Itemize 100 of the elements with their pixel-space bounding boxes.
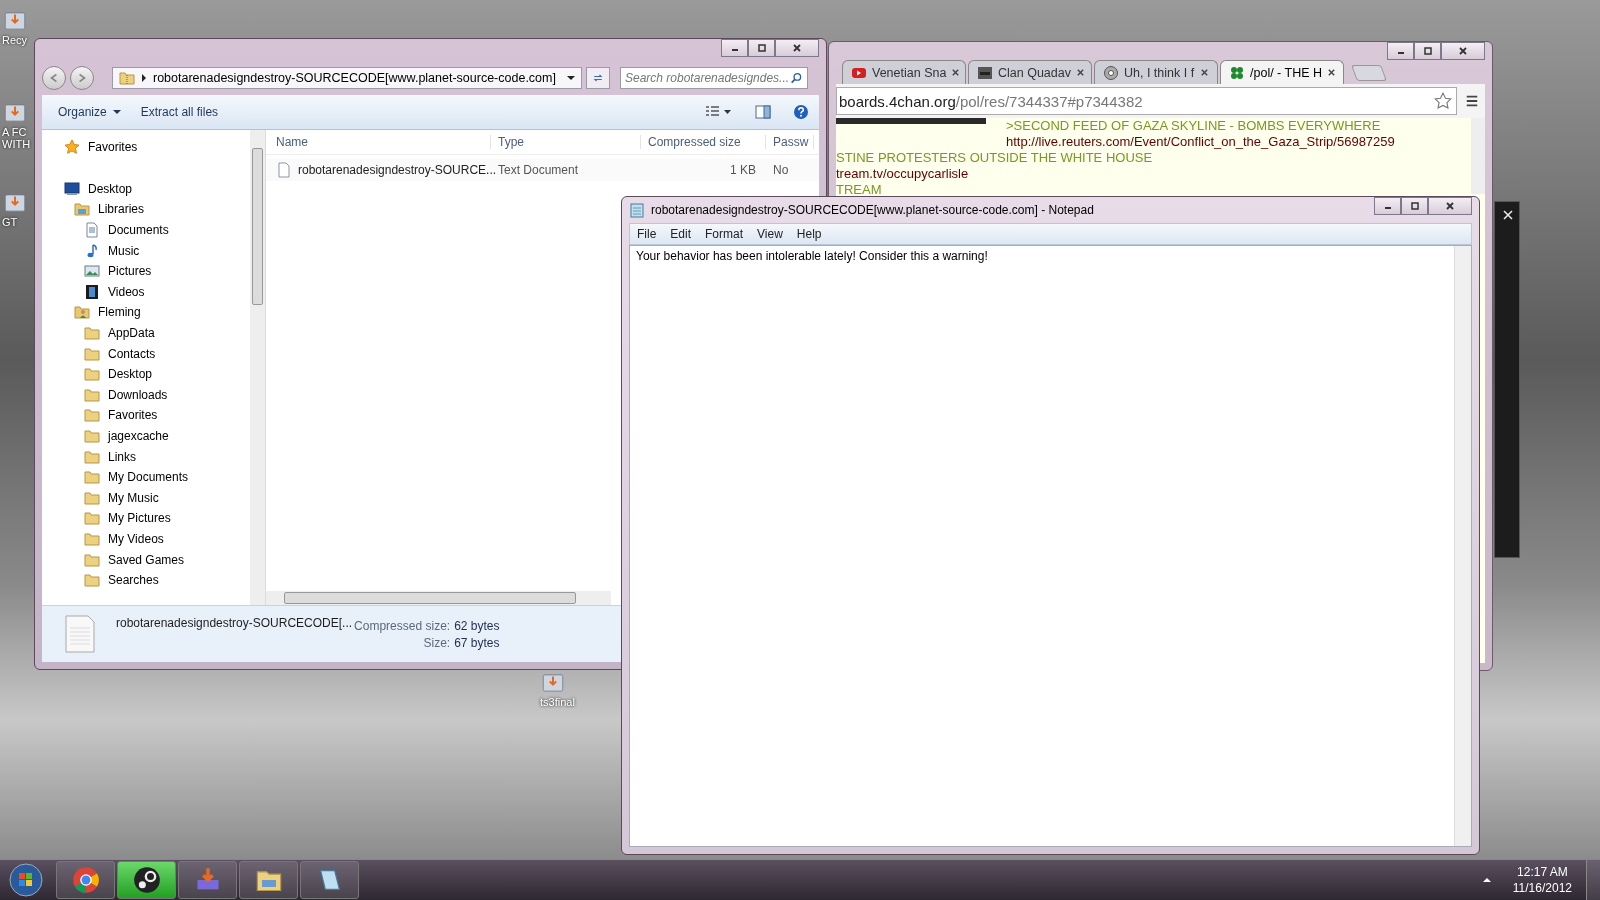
sidebar-item[interactable]: Downloads	[108, 387, 168, 402]
sidebar-item[interactable]: Libraries	[98, 202, 145, 217]
minimize-button[interactable]	[1387, 42, 1414, 60]
browser-tab[interactable]: Clan Quadav	[968, 60, 1092, 84]
folder-icon	[84, 386, 100, 403]
help-icon[interactable]	[793, 104, 809, 120]
close-button[interactable]	[775, 39, 819, 57]
toolbar-button[interactable]: Extract all files	[134, 101, 225, 123]
dropdown-arrow-icon[interactable]	[567, 75, 575, 81]
file-row[interactable]: robotarenadesigndestroy-SOURCE...Text Document 1 KB No	[266, 159, 819, 181]
tray-arrow-icon[interactable]	[1482, 877, 1491, 883]
sidebar-item[interactable]: Saved Games	[108, 552, 185, 567]
maximize-button[interactable]	[1414, 42, 1441, 60]
user-folder-icon	[74, 304, 90, 321]
sidebar-item[interactable]: My Videos	[108, 532, 164, 546]
menu-item[interactable]: Format	[698, 227, 751, 241]
thumbnail-icon	[977, 64, 993, 81]
close-button[interactable]	[1428, 197, 1472, 215]
picture-icon	[84, 263, 100, 280]
clock-date[interactable]: 11/16/2012	[1512, 880, 1572, 896]
post-link[interactable]: http://live.reuters.com/Event/Conflict_on_the_Gaza_Strip/56987259	[1006, 134, 1395, 150]
scrollbar[interactable]	[250, 130, 265, 605]
star-icon	[64, 139, 80, 156]
maximize-button[interactable]	[1401, 197, 1428, 215]
folder-icon	[84, 551, 100, 568]
file-name: robotarenadesigndestroy-SOURCE...	[298, 163, 497, 177]
sidebar-item[interactable]: Fleming	[98, 305, 141, 320]
address-bar[interactable]: robotarenadesigndestroy-SOURCECODE[www.planet-source-code.com]	[112, 67, 582, 89]
star-icon[interactable]	[1434, 92, 1452, 110]
search-icon[interactable]	[790, 71, 803, 85]
close-button[interactable]	[1441, 42, 1485, 60]
document-icon	[84, 222, 100, 239]
folder-icon	[84, 531, 100, 547]
column-header[interactable]: Compressed size	[641, 135, 766, 149]
sidebar-item[interactable]: Pictures	[108, 264, 152, 279]
minimize-button[interactable]	[1374, 197, 1401, 215]
menu-item[interactable]: File	[630, 227, 664, 241]
address-bar[interactable]: boards.4chan.org/pol/res/7344337#p7344382	[836, 87, 1457, 115]
menu-item[interactable]: Help	[789, 227, 829, 241]
close-icon	[792, 43, 802, 53]
browser-tab[interactable]: Venetian Sna	[842, 60, 966, 84]
close-icon[interactable]	[1327, 68, 1336, 77]
sidebar-item[interactable]: Desktop	[108, 367, 153, 382]
browser-tab[interactable]: /pol/ - THE H	[1220, 60, 1344, 84]
sidebar-item[interactable]: Documents	[108, 223, 169, 238]
minimize-button[interactable]	[721, 39, 748, 57]
window-title: robotarenadesigndestroy-SOURCECODE[www.planet-source-code.com] - Notepad	[651, 203, 1094, 217]
taskbar-button[interactable]	[239, 861, 298, 899]
forward-button[interactable]	[70, 66, 94, 90]
close-icon	[1458, 46, 1468, 56]
sidebar-item[interactable]: Desktop	[88, 181, 133, 196]
preview-pane-icon[interactable]	[755, 105, 771, 119]
column-header[interactable]: Type	[491, 135, 641, 149]
clock-time[interactable]: 12:17 AM	[1517, 864, 1568, 880]
menu-item[interactable]: View	[750, 227, 790, 241]
clover-icon	[1229, 64, 1245, 81]
column-header[interactable]: Name	[266, 135, 491, 149]
sidebar-item[interactable]: Contacts	[108, 346, 156, 361]
start-button[interactable]	[8, 862, 44, 898]
folder-icon	[84, 428, 100, 444]
chevron-icon[interactable]	[141, 74, 147, 82]
desktop-icon-label[interactable]: GT	[2, 216, 18, 228]
browser-tab[interactable]: Uh, I think I f	[1094, 60, 1218, 84]
sidebar-item[interactable]: My Music	[108, 490, 159, 505]
sidebar-item[interactable]: Links	[108, 449, 136, 464]
menu-item[interactable]: Edit	[663, 227, 699, 241]
toolbar-button[interactable]: Organize	[52, 101, 127, 123]
refresh-button[interactable]	[586, 67, 610, 89]
field-value: 67 bytes	[454, 635, 500, 650]
sidebar-item[interactable]: Searches	[108, 573, 159, 588]
view-options-icon[interactable]	[705, 105, 733, 119]
search-field[interactable]: Search robotarenadesigndes...	[620, 67, 808, 89]
library-folder-icon	[74, 201, 90, 218]
sidebar-item[interactable]: Videos	[108, 284, 145, 299]
field-label: Size:	[422, 635, 451, 650]
back-button[interactable]	[42, 66, 66, 90]
close-icon[interactable]	[1200, 68, 1209, 77]
close-icon[interactable]	[1075, 68, 1085, 77]
refresh-icon	[592, 72, 604, 84]
sidebar-item[interactable]: jagexcache	[108, 429, 169, 443]
menu-icon[interactable]	[1465, 94, 1479, 108]
sidebar-item[interactable]: Favorites	[108, 408, 158, 423]
sidebar-item[interactable]: Music	[108, 243, 140, 258]
taskbar-button[interactable]	[300, 861, 359, 899]
taskbar-button[interactable]	[117, 861, 176, 899]
column-header[interactable]: Passw	[766, 135, 814, 149]
scrollbar[interactable]	[1471, 118, 1485, 194]
close-icon[interactable]	[951, 68, 961, 77]
folder-icon	[84, 572, 100, 589]
show-desktop-button[interactable]	[1586, 860, 1600, 900]
scrollbar[interactable]	[1454, 246, 1471, 846]
sidebar-item[interactable]: My Pictures	[108, 511, 171, 526]
desktop-icon-label[interactable]: A FC WITH	[2, 126, 32, 150]
sidebar-item[interactable]: AppData	[108, 326, 155, 341]
sidebar-item[interactable]: Favorites	[88, 140, 138, 155]
sidebar-item[interactable]: My Documents	[108, 470, 189, 485]
maximize-button[interactable]	[748, 39, 775, 57]
field-value: 62 bytes	[454, 618, 500, 633]
post-link[interactable]: tream.tv/occupycarlisle	[836, 166, 969, 182]
scrollbar[interactable]	[266, 591, 611, 605]
